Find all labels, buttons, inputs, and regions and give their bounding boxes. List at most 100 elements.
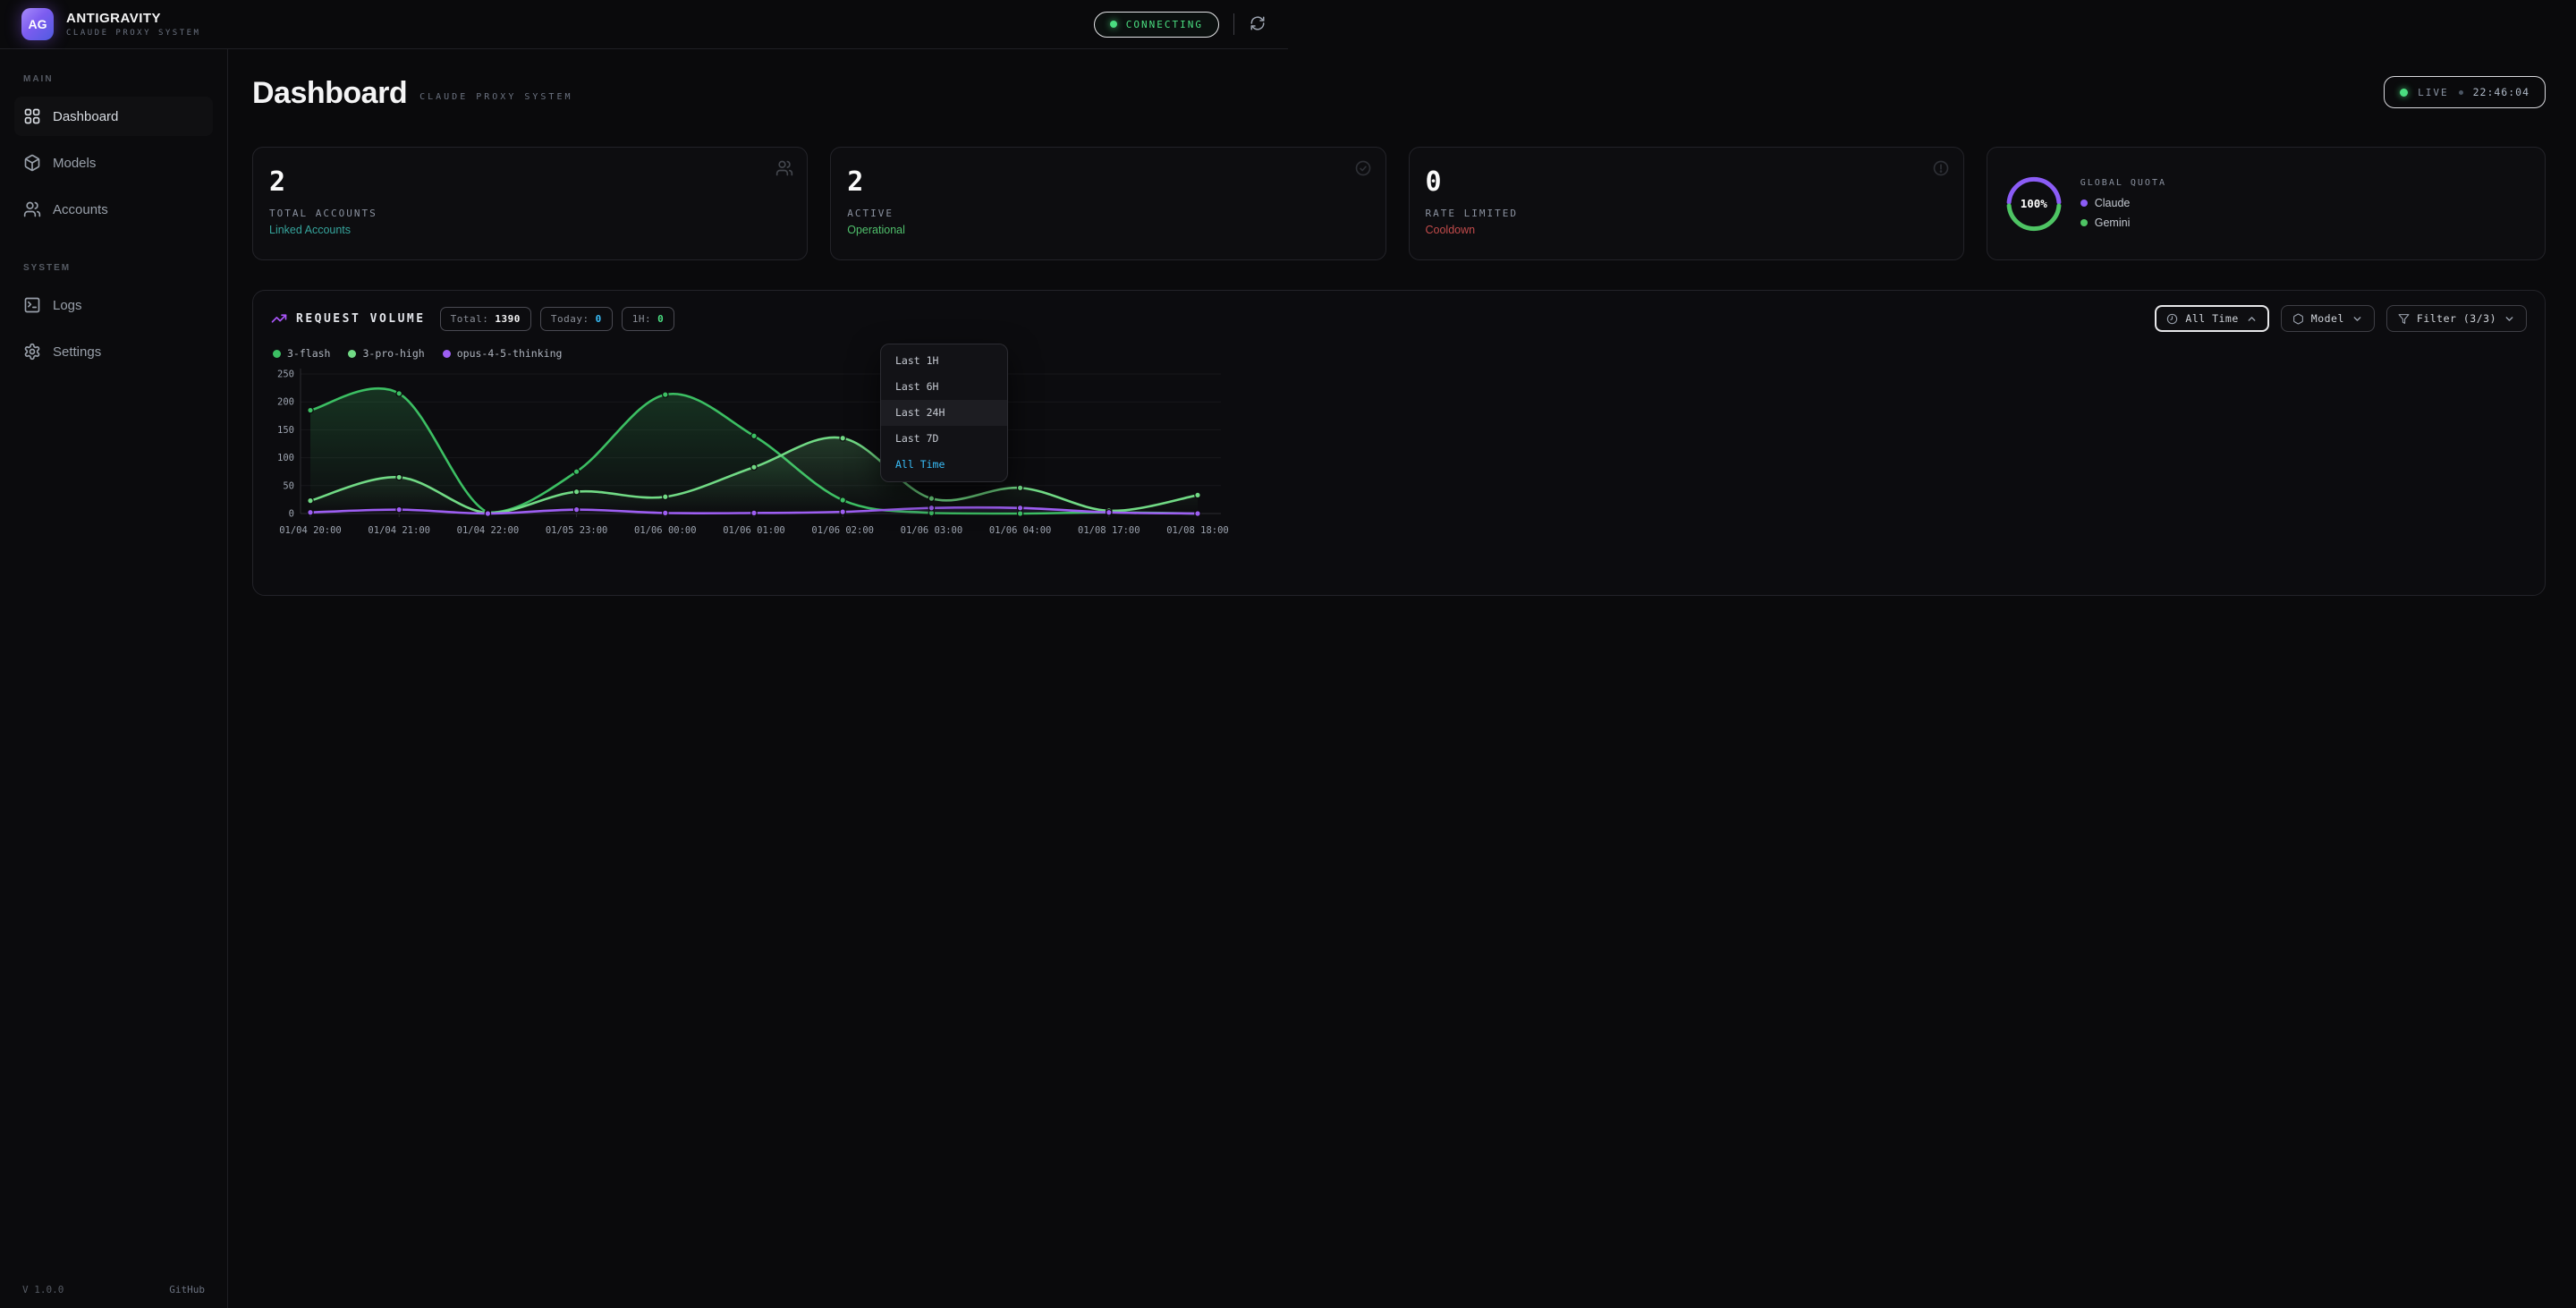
svg-text:50: 50	[283, 480, 294, 491]
status-dot-icon	[1110, 21, 1117, 28]
page-title-row: Dashboard CLAUDE PROXY SYSTEM LIVE 22:46…	[252, 76, 2546, 111]
legend-item-3-flash: 3-flash	[273, 347, 330, 360]
sidebar-item-label: Logs	[53, 298, 82, 313]
series-name: opus-4-5-thinking	[457, 347, 563, 360]
sidebar-item-dashboard[interactable]: Dashboard	[14, 97, 213, 136]
badge-value: 0	[596, 313, 602, 325]
stat-value: 0	[1426, 166, 1947, 198]
badge-label: Today:	[551, 313, 589, 325]
svg-text:100: 100	[277, 453, 294, 463]
version-label: V 1.0.0	[22, 1284, 64, 1295]
quota-ring: 100%	[2005, 175, 2063, 233]
sidebar: MAIN Dashboard Models Accounts SYSTEM	[0, 49, 228, 1308]
series-dot-icon	[348, 350, 356, 358]
quota-legend: GLOBAL QUOTA Claude Gemini	[2080, 178, 2166, 229]
svg-text:01/08 17:00: 01/08 17:00	[1078, 525, 1140, 536]
connection-status-label: CONNECTING	[1126, 19, 1203, 30]
svg-text:01/06 02:00: 01/06 02:00	[811, 525, 874, 536]
svg-text:01/06 00:00: 01/06 00:00	[634, 525, 697, 536]
svg-text:01/06 04:00: 01/06 04:00	[989, 525, 1052, 536]
legend-item-3-pro-high: 3-pro-high	[348, 347, 424, 360]
svg-text:01/04 22:00: 01/04 22:00	[457, 525, 520, 536]
series-name: 3-flash	[287, 347, 330, 360]
sidebar-item-accounts[interactable]: Accounts	[14, 190, 213, 229]
today-badge: Today: 0	[540, 307, 613, 331]
stat-value: 2	[269, 166, 791, 198]
logo-text: AG	[29, 17, 47, 31]
request-volume-chart: 0 50 100 150 200 250 01/04 20:00 01/04 21:00 01/…	[271, 361, 1241, 547]
menu-item-last-1h[interactable]: Last 1H	[881, 348, 1007, 374]
svg-text:01/04 21:00: 01/04 21:00	[368, 525, 430, 536]
section-label-main: MAIN	[23, 74, 204, 84]
live-label: LIVE	[2418, 87, 2449, 98]
cube-icon	[23, 154, 41, 172]
legend-item-opus: opus-4-5-thinking	[443, 347, 563, 360]
hour-badge: 1H: 0	[622, 307, 675, 331]
svg-text:150: 150	[277, 425, 294, 436]
stat-sublabel: Linked Accounts	[269, 224, 791, 236]
menu-item-last-6h[interactable]: Last 6H	[881, 374, 1007, 400]
svg-text:250: 250	[277, 369, 294, 380]
gear-icon	[23, 343, 41, 361]
stat-sublabel: Cooldown	[1426, 224, 1947, 236]
svg-text:01/04 20:00: 01/04 20:00	[279, 525, 342, 536]
quota-legend-name: Claude	[2095, 197, 2131, 209]
series-dot-icon	[443, 350, 451, 358]
alert-circle-icon	[1932, 159, 1950, 182]
app-header: AG ANTIGRAVITY CLAUDE PROXY SYSTEM CONNE…	[0, 0, 1288, 49]
quota-legend-name: Gemini	[2095, 217, 2131, 229]
time-range-label: All Time	[2185, 312, 2238, 325]
chart-controls: All Time Model Filter (3/3)	[2155, 305, 2527, 332]
svg-text:01/08 18:00: 01/08 18:00	[1166, 525, 1229, 536]
stat-label: TOTAL ACCOUNTS	[269, 208, 791, 219]
menu-item-last-7d[interactable]: Last 7D	[881, 426, 1007, 452]
app-logo: AG	[21, 8, 54, 40]
total-badge: Total: 1390	[440, 307, 531, 331]
box-icon	[2292, 313, 2304, 325]
time-range-button[interactable]: All Time	[2155, 305, 2268, 332]
stat-cards-row: 2 TOTAL ACCOUNTS Linked Accounts 2 ACTIV…	[252, 147, 2546, 260]
trending-up-icon	[271, 310, 287, 327]
connection-status-badge[interactable]: CONNECTING	[1094, 12, 1219, 38]
badge-label: Total:	[451, 313, 489, 325]
filter-label: Filter (3/3)	[2417, 312, 2496, 325]
app-subtitle: CLAUDE PROXY SYSTEM	[66, 29, 200, 38]
separator-dot-icon	[2459, 90, 2463, 95]
time-range-dropdown: Last 1H Last 6H Last 24H Last 7D All Tim…	[880, 344, 1008, 482]
github-link[interactable]: GitHub	[169, 1284, 205, 1295]
filter-button[interactable]: Filter (3/3)	[2386, 305, 2527, 332]
chart-legend: 3-flash 3-pro-high opus-4-5-thinking	[273, 347, 2527, 360]
check-circle-icon	[1354, 159, 1372, 182]
page-subtitle: CLAUDE PROXY SYSTEM	[419, 92, 572, 102]
stat-sublabel: Operational	[847, 224, 1368, 236]
badge-value: 1390	[495, 313, 521, 325]
sidebar-item-models[interactable]: Models	[14, 143, 213, 183]
card-active: 2 ACTIVE Operational	[830, 147, 1385, 260]
chevron-down-icon	[2351, 313, 2363, 325]
quota-legend-item: Claude	[2080, 197, 2166, 209]
page-title: Dashboard	[252, 76, 407, 111]
clock-icon	[2166, 313, 2178, 325]
card-rate-limited: 0 RATE LIMITED Cooldown	[1409, 147, 1964, 260]
sidebar-item-label: Accounts	[53, 202, 108, 217]
badge-label: 1H:	[632, 313, 651, 325]
live-clock: 22:46:04	[2473, 86, 2529, 98]
svg-text:200: 200	[277, 397, 294, 408]
sidebar-item-settings[interactable]: Settings	[14, 332, 213, 371]
chart-title: REQUEST VOLUME	[296, 312, 426, 326]
menu-item-last-24h[interactable]: Last 24H	[881, 400, 1007, 426]
request-volume-panel: REQUEST VOLUME Total: 1390 Today: 0 1H: …	[252, 290, 2546, 596]
sidebar-section-system: SYSTEM Logs Settings	[14, 261, 213, 378]
card-global-quota: 100% GLOBAL QUOTA Claude Gemini	[1987, 147, 2546, 260]
model-filter-button[interactable]: Model	[2281, 305, 2375, 332]
sidebar-item-logs[interactable]: Logs	[14, 285, 213, 325]
menu-item-all-time[interactable]: All Time	[881, 452, 1007, 478]
chevron-up-icon	[2246, 313, 2258, 325]
refresh-button[interactable]	[1249, 15, 1267, 33]
sidebar-item-label: Models	[53, 156, 96, 171]
brand-block: ANTIGRAVITY CLAUDE PROXY SYSTEM	[66, 11, 200, 38]
svg-text:01/06 01:00: 01/06 01:00	[723, 525, 785, 536]
svg-text:0: 0	[289, 509, 294, 520]
main-content: Dashboard CLAUDE PROXY SYSTEM LIVE 22:46…	[228, 49, 2576, 1308]
live-status-badge: LIVE 22:46:04	[2384, 76, 2546, 108]
